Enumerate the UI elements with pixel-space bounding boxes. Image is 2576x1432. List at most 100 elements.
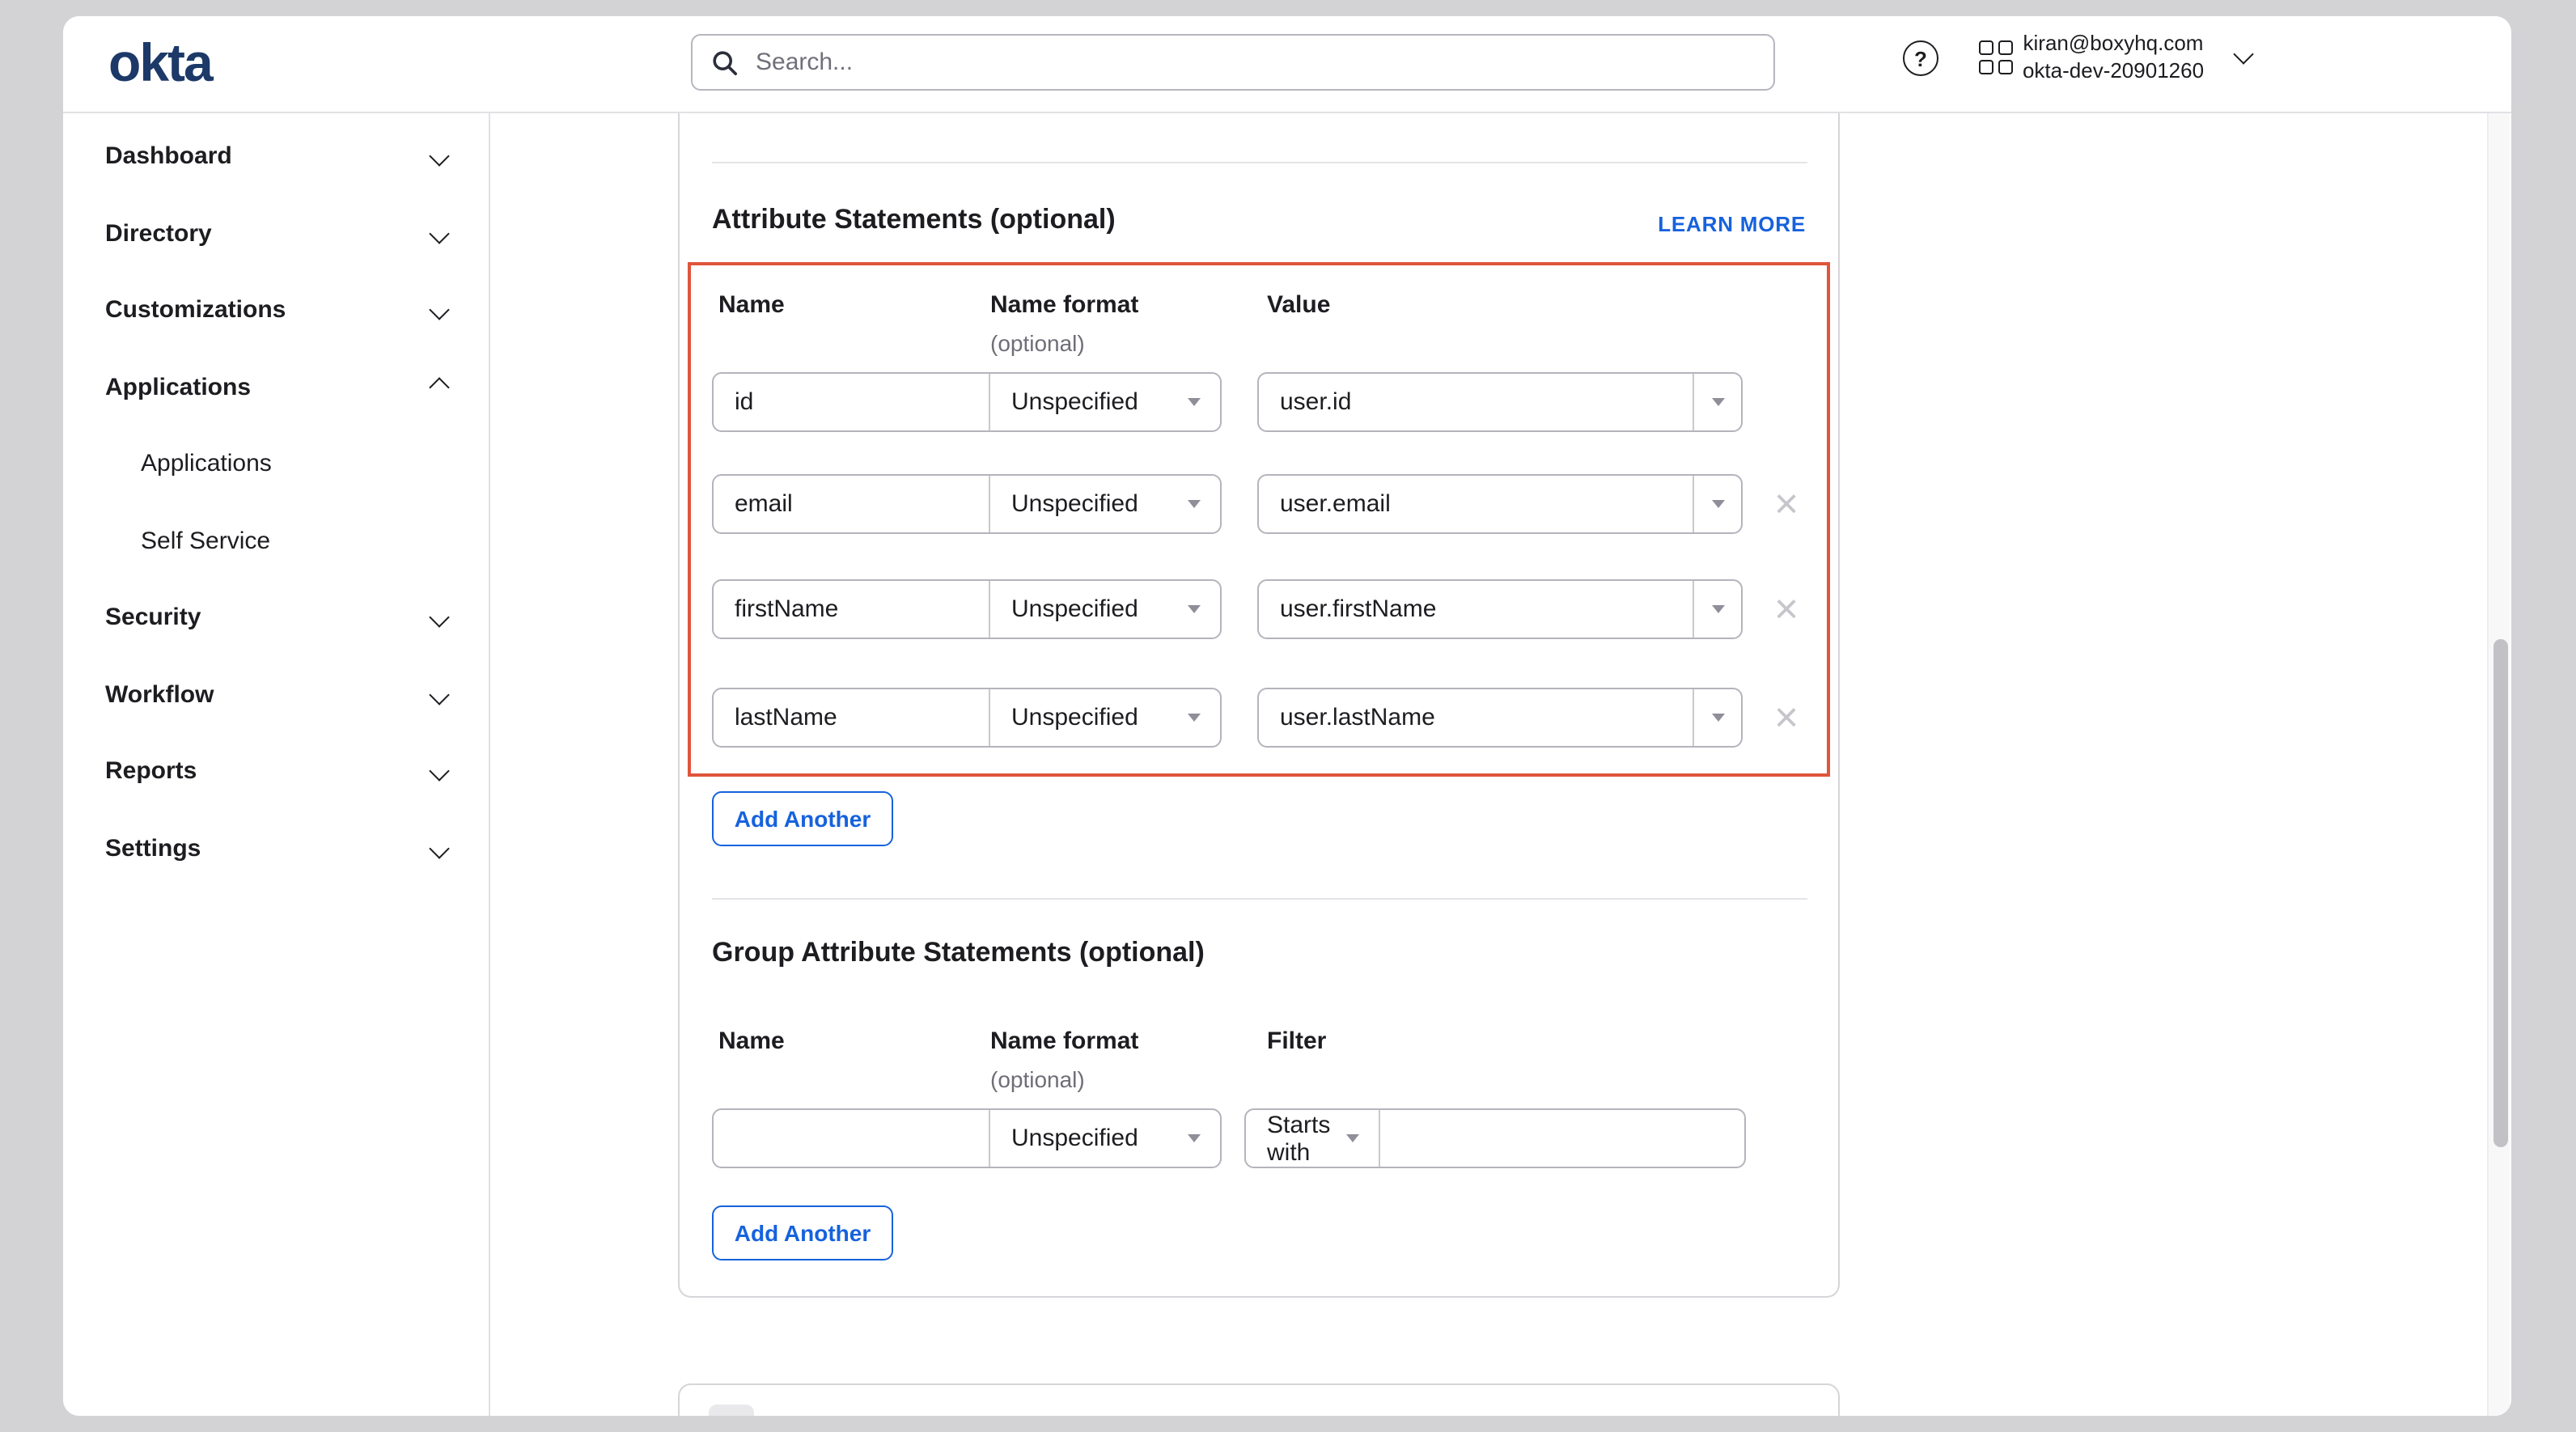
column-header-name: Name [718,291,785,319]
remove-row-button[interactable]: × [1760,579,1812,639]
attr-value-input[interactable] [1259,581,1693,638]
grid-square [1979,60,1993,74]
account-menu[interactable]: kiran@boxyhq.com okta-dev-20901260 [2013,31,2251,84]
value-group [1257,579,1743,639]
attribute-row: Unspecified × [712,579,1828,639]
chevron-down-icon [429,300,449,320]
okta-logo[interactable]: okta [108,34,212,92]
value-group [1257,474,1743,534]
filter-value-input[interactable] [1380,1110,1744,1167]
filter-type-select[interactable]: Starts with [1246,1110,1380,1167]
column-note-optional: (optional) [990,1066,1085,1092]
remove-row-button[interactable]: × [1760,688,1812,748]
column-header-value: Value [1267,291,1330,319]
add-another-group-attribute-button[interactable]: Add Another [712,1205,893,1260]
app-window: okta ? kiran@boxyhq.com okta-dev-2090126… [63,16,2511,1416]
remove-row-button[interactable]: × [1760,474,1812,534]
name-format-select[interactable]: Unspecified [990,476,1220,532]
value-dropdown-button[interactable] [1693,476,1741,532]
account-email: kiran@boxyhq.com [2013,31,2214,57]
sidebar-item-settings[interactable]: Settings [63,810,489,887]
group-attribute-statements-title: Group Attribute Statements (optional) [712,937,1205,969]
saml-settings-card: Attribute Statements (optional) LEARN MO… [678,112,1840,1298]
attr-value-input[interactable] [1259,476,1693,532]
search-icon [712,49,738,75]
caret-down-icon [1711,500,1724,508]
sidebar-item-security[interactable]: Security [63,579,489,656]
value-dropdown-button[interactable] [1693,581,1741,638]
caret-down-icon [1188,605,1201,613]
caret-down-icon [1346,1134,1359,1142]
column-header-filter: Filter [1267,1027,1326,1055]
name-and-format-group: Unspecified [712,1108,1222,1168]
attr-value-input[interactable] [1259,689,1693,746]
name-format-select[interactable]: Unspecified [990,689,1220,746]
attribute-row: Unspecified × [712,474,1828,534]
group-name-input[interactable] [714,1110,990,1167]
sidebar-subitem-applications[interactable]: Applications [63,426,489,502]
name-and-format-group: Unspecified [712,579,1222,639]
sidebar-item-directory[interactable]: Directory [63,195,489,272]
global-search-box[interactable] [691,34,1775,91]
chevron-up-icon [429,377,449,397]
caret-down-icon [1188,1134,1201,1142]
grid-square [1998,40,2013,55]
scrollbar-thumb[interactable] [2493,639,2507,1147]
top-bar: okta ? kiran@boxyhq.com okta-dev-2090126… [63,16,2511,113]
thumbnail-placeholder [709,1404,754,1416]
attribute-statements-title: Attribute Statements (optional) [712,204,1116,236]
name-format-select[interactable]: Unspecified [990,374,1220,430]
column-header-name-format: Name format [990,291,1138,319]
learn-more-link[interactable]: LEARN MORE [1658,212,1806,236]
group-attribute-row: Unspecified Starts with [712,1108,1828,1168]
caret-down-icon [1188,714,1201,722]
attr-value-input[interactable] [1259,374,1693,430]
caret-down-icon [1711,605,1724,613]
search-input[interactable] [752,47,1754,78]
grid-square [1998,60,2013,74]
sidebar-item-customizations[interactable]: Customizations [63,272,489,349]
chevron-down-icon [429,608,449,628]
value-group [1257,372,1743,432]
grid-square [1979,40,1993,55]
sidebar-item-reports[interactable]: Reports [63,733,489,810]
name-and-format-group: Unspecified [712,688,1222,748]
section-divider [712,162,1807,163]
attribute-row: Unspecified × [712,688,1828,748]
name-format-select[interactable]: Unspecified [990,1110,1220,1167]
value-dropdown-button[interactable] [1693,374,1741,430]
help-icon[interactable]: ? [1903,40,1938,76]
caret-down-icon [1188,500,1201,508]
caret-down-icon [1188,398,1201,406]
sidebar-item-workflow[interactable]: Workflow [63,656,489,733]
value-group [1257,688,1743,748]
sidebar: Dashboard Directory Customizations Appli… [63,112,490,1416]
chevron-down-icon [429,838,449,858]
column-note-optional: (optional) [990,330,1085,356]
attr-name-input[interactable] [714,476,990,532]
column-header-name-format: Name format [990,1027,1138,1055]
attr-name-input[interactable] [714,374,990,430]
filter-group: Starts with [1244,1108,1746,1168]
name-format-select[interactable]: Unspecified [990,581,1220,638]
chevron-down-icon [429,684,449,705]
attr-name-input[interactable] [714,689,990,746]
attr-name-input[interactable] [714,581,990,638]
section-divider [712,898,1807,900]
name-and-format-group: Unspecified [712,372,1222,432]
sidebar-item-applications[interactable]: Applications [63,349,489,426]
caret-down-icon [1711,398,1724,406]
name-and-format-group: Unspecified [712,474,1222,534]
sidebar-subitem-self-service[interactable]: Self Service [63,502,489,579]
add-another-attribute-button[interactable]: Add Another [712,791,893,846]
caret-down-icon [1711,714,1724,722]
apps-grid-icon[interactable] [1979,40,2013,74]
account-org: okta-dev-20901260 [2013,57,2214,84]
scrollbar-track[interactable] [2487,112,2510,1416]
column-header-name: Name [718,1027,785,1055]
chevron-down-icon [429,146,449,167]
chevron-down-icon [2233,44,2253,64]
value-dropdown-button[interactable] [1693,689,1741,746]
sidebar-item-dashboard[interactable]: Dashboard [63,118,489,195]
next-section-card [678,1383,1840,1416]
